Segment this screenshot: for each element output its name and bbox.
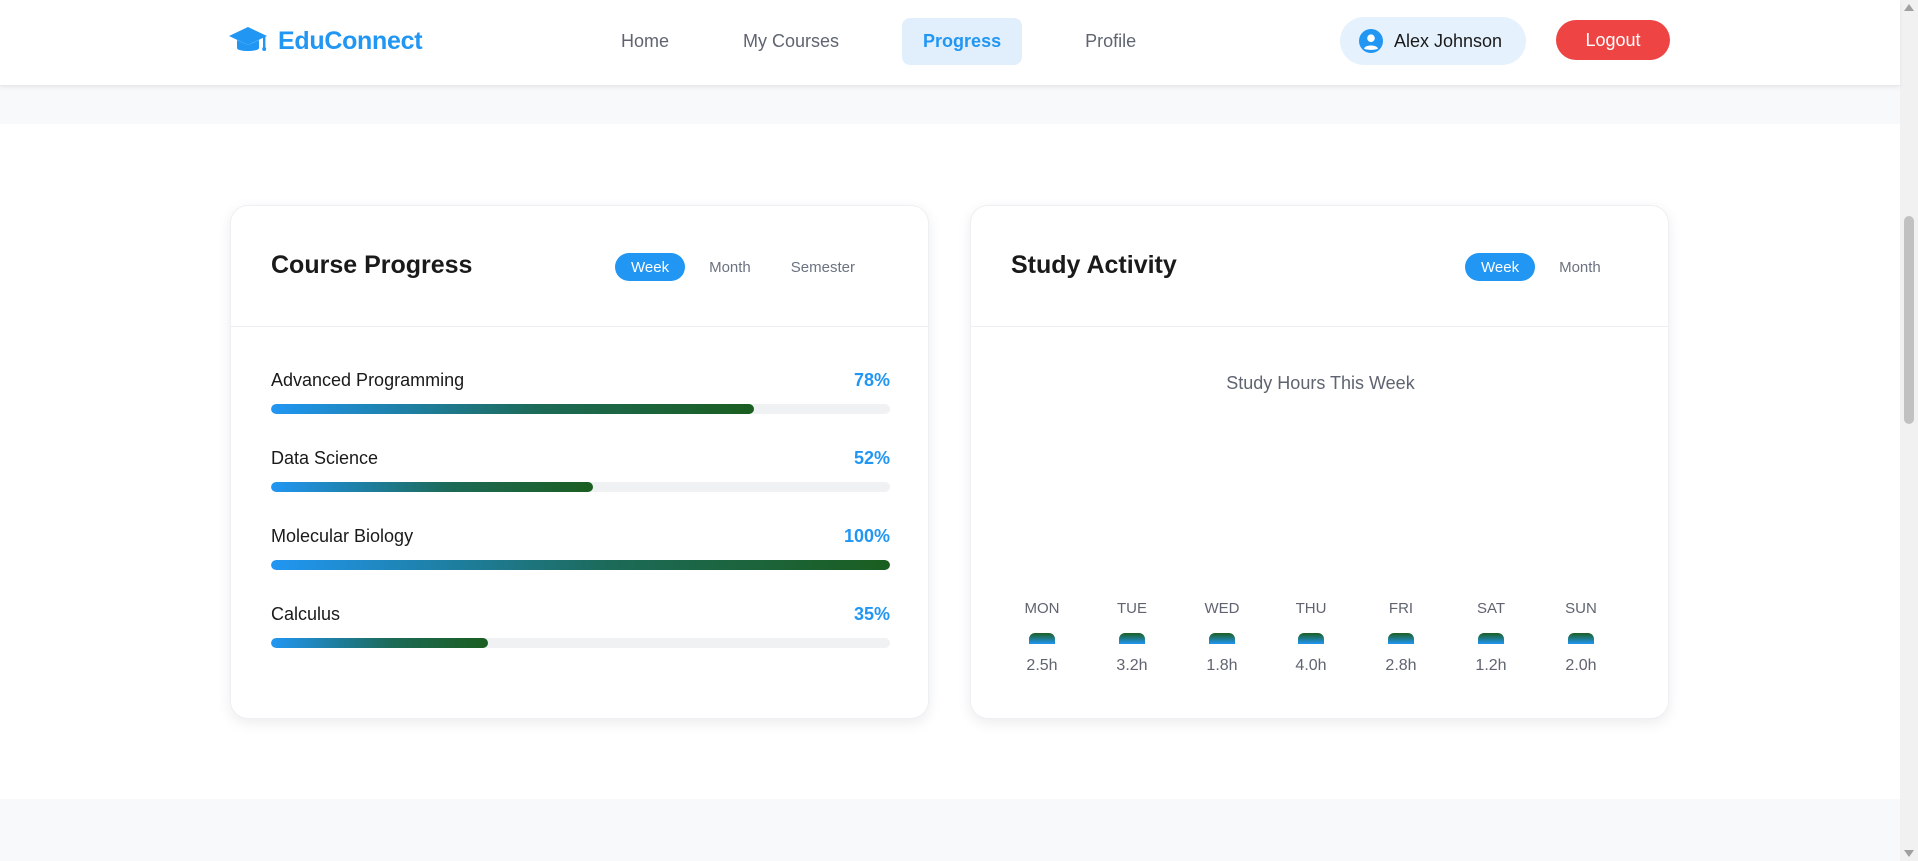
progress-fill [271, 560, 890, 570]
period-semester-button[interactable]: Semester [775, 253, 871, 281]
nav-my-courses[interactable]: My Courses [722, 18, 860, 65]
user-name: Alex Johnson [1394, 30, 1503, 51]
day-column: THU 4.0h [1281, 600, 1341, 675]
progress-track [271, 638, 890, 648]
progress-track [271, 404, 890, 414]
card-title: Course Progress [271, 251, 473, 279]
study-activity-card: Study Activity Week Month Study Hours Th… [970, 205, 1669, 719]
user-menu[interactable]: Alex Johnson [1340, 17, 1526, 65]
top-navigation-bar: EduConnect Home My Courses Progress Prof… [0, 0, 1900, 86]
day-label: FRI [1388, 600, 1414, 617]
day-column: SAT 1.2h [1461, 600, 1521, 675]
vertical-scrollbar[interactable] [1900, 0, 1918, 861]
period-selector: Week Month [1465, 253, 1617, 281]
day-hours: 2.5h [1026, 657, 1058, 674]
course-name: Advanced Programming [271, 370, 465, 390]
period-month-button[interactable]: Month [1543, 253, 1617, 281]
brand-name: EduConnect [278, 26, 423, 55]
day-column: WED 1.8h [1192, 600, 1252, 675]
progress-fill [271, 638, 488, 648]
day-bar [1568, 633, 1594, 644]
scroll-thumb[interactable] [1904, 216, 1914, 424]
day-hours: 3.2h [1116, 657, 1148, 674]
nav-profile[interactable]: Profile [1064, 18, 1157, 65]
day-column: TUE 3.2h [1102, 600, 1162, 675]
period-week-button[interactable]: Week [615, 253, 686, 281]
course-progress-item: Data Science 52% [271, 448, 890, 492]
main-nav: Home My Courses Progress Profile [600, 18, 1157, 65]
course-name: Calculus [271, 604, 341, 624]
brand-logo[interactable]: EduConnect [228, 24, 423, 58]
day-bar [1119, 633, 1145, 644]
day-hours: 1.8h [1206, 657, 1238, 674]
day-label: TUE [1117, 600, 1147, 617]
period-selector: Week Month Semester [615, 253, 871, 281]
course-name: Molecular Biology [271, 526, 414, 546]
page-band-top [0, 86, 1900, 124]
course-percent: 52% [853, 448, 890, 468]
page-band-bottom [0, 799, 1900, 861]
day-hours: 2.8h [1385, 657, 1417, 674]
course-name: Data Science [271, 448, 379, 468]
day-bar [1209, 633, 1235, 644]
day-column: FRI 2.8h [1371, 600, 1431, 675]
course-progress-header: Course Progress Week Month Semester [231, 206, 928, 327]
day-label: SUN [1565, 600, 1597, 617]
period-month-button[interactable]: Month [693, 253, 767, 281]
progress-track [271, 482, 890, 492]
course-progress-item: Calculus 35% [271, 604, 890, 648]
day-bar [1388, 633, 1414, 644]
day-hours: 1.2h [1475, 657, 1507, 674]
course-progress-card: Course Progress Week Month Semester Adva… [230, 205, 929, 719]
study-activity-header: Study Activity Week Month [971, 206, 1668, 327]
period-week-button[interactable]: Week [1465, 253, 1536, 281]
day-bar [1478, 633, 1504, 644]
day-label: WED [1204, 600, 1240, 617]
course-percent: 35% [853, 604, 890, 624]
course-percent: 78% [853, 370, 890, 390]
day-hours: 4.0h [1295, 657, 1327, 674]
progress-fill [271, 482, 593, 492]
day-label: THU [1295, 600, 1327, 617]
user-circle-icon [1359, 29, 1383, 53]
logout-button[interactable]: Logout [1556, 20, 1670, 60]
progress-fill [271, 404, 754, 414]
day-bar [1029, 633, 1055, 644]
scroll-up-arrow-icon[interactable] [1904, 4, 1914, 11]
graduation-cap-icon [229, 27, 267, 51]
day-label: MON [1024, 600, 1060, 617]
chart-title: Study Hours This Week [1226, 373, 1415, 393]
course-progress-item: Molecular Biology 100% [271, 526, 890, 570]
day-column: MON 2.5h [1012, 600, 1072, 675]
scroll-down-arrow-icon[interactable] [1904, 850, 1914, 857]
day-column: SUN 2.0h [1551, 600, 1611, 675]
course-percent: 100% [843, 526, 890, 546]
progress-track [271, 560, 890, 570]
day-bar [1298, 633, 1324, 644]
day-label: SAT [1476, 600, 1506, 617]
card-title: Study Activity [1011, 251, 1177, 279]
day-hours: 2.0h [1565, 657, 1597, 674]
nav-home[interactable]: Home [600, 18, 690, 65]
course-progress-item: Advanced Programming 78% [271, 370, 890, 414]
nav-progress[interactable]: Progress [902, 18, 1023, 65]
